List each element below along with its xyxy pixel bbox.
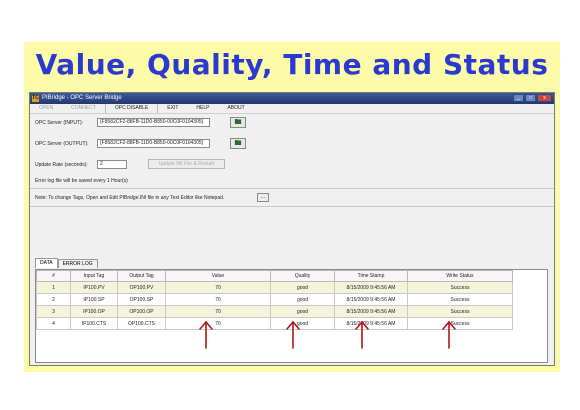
- app-window: TC PIBridge - OPC Server Bridge _ □ x OP…: [29, 92, 555, 366]
- window-titlebar: TC PIBridge - OPC Server Bridge _ □ x: [30, 93, 554, 104]
- note-text: Note: To change Tags, Open and Edit PIBr…: [35, 195, 225, 201]
- arrows-layer: [199, 320, 456, 349]
- slide-title: Value, Quality, Time and Status: [35, 48, 549, 81]
- minimize-icon[interactable]: _: [513, 94, 524, 102]
- output-server-label: OPC Server (OUTPUT):: [35, 141, 89, 147]
- tab-data[interactable]: DATA: [35, 258, 58, 268]
- window-title: PIBridge - OPC Server Bridge: [42, 95, 122, 101]
- input-server-label: OPC Server (INPUT):: [35, 120, 84, 126]
- write-status-arrow-icon: [442, 320, 456, 349]
- menu-about[interactable]: ABOUT: [218, 104, 253, 113]
- divider: [30, 206, 554, 207]
- menubar: OPEN CONNECT OPC DISABLE EXIT HELP ABOUT: [30, 104, 554, 114]
- menu-exit[interactable]: EXIT: [158, 104, 187, 113]
- window-controls: _ □ x: [513, 94, 552, 102]
- browse-input-button[interactable]: 🖿: [230, 117, 246, 128]
- folder-icon: 🖿: [234, 140, 242, 147]
- note-more-button[interactable]: ...: [257, 193, 269, 202]
- menu-opc-disable[interactable]: OPC DISABLE: [104, 104, 159, 113]
- log-info-text: Error log file will be saved every 1 Hou…: [35, 178, 128, 184]
- divider: [30, 188, 554, 189]
- maximize-icon[interactable]: □: [525, 94, 536, 102]
- close-icon[interactable]: x: [537, 94, 552, 102]
- output-server-field[interactable]: {F8582CF2-88FB-11D0-B850-00C0F0104305}: [97, 139, 210, 148]
- menu-connect[interactable]: CONNECT: [62, 104, 105, 113]
- menu-open[interactable]: OPEN: [30, 104, 62, 113]
- folder-icon: 🖿: [234, 119, 242, 126]
- tab-error-log[interactable]: ERROR LOG: [57, 259, 98, 268]
- tab-strip: DATA ERROR LOG: [35, 258, 98, 268]
- update-rate-label: Update Rate (seconds):: [35, 162, 88, 168]
- update-ini-button[interactable]: Update INI File & Restart: [148, 159, 225, 169]
- browse-output-button[interactable]: 🖿: [230, 138, 246, 149]
- app-icon: TC: [32, 95, 39, 102]
- menu-help[interactable]: HELP: [187, 104, 218, 113]
- slide: Value, Quality, Time and Status TC PIBri…: [24, 42, 560, 372]
- timestamp-arrow-icon: [355, 320, 369, 349]
- update-rate-field[interactable]: 2: [97, 160, 127, 169]
- input-server-field[interactable]: {F8582CF2-88FB-11D0-B850-00C0F0104305}: [97, 118, 210, 127]
- data-grid[interactable]: # Input Tag Output Tag Value Quality Time Sta…: [35, 269, 548, 363]
- value-arrow-icon: [199, 320, 213, 349]
- quality-arrow-icon: [286, 320, 300, 349]
